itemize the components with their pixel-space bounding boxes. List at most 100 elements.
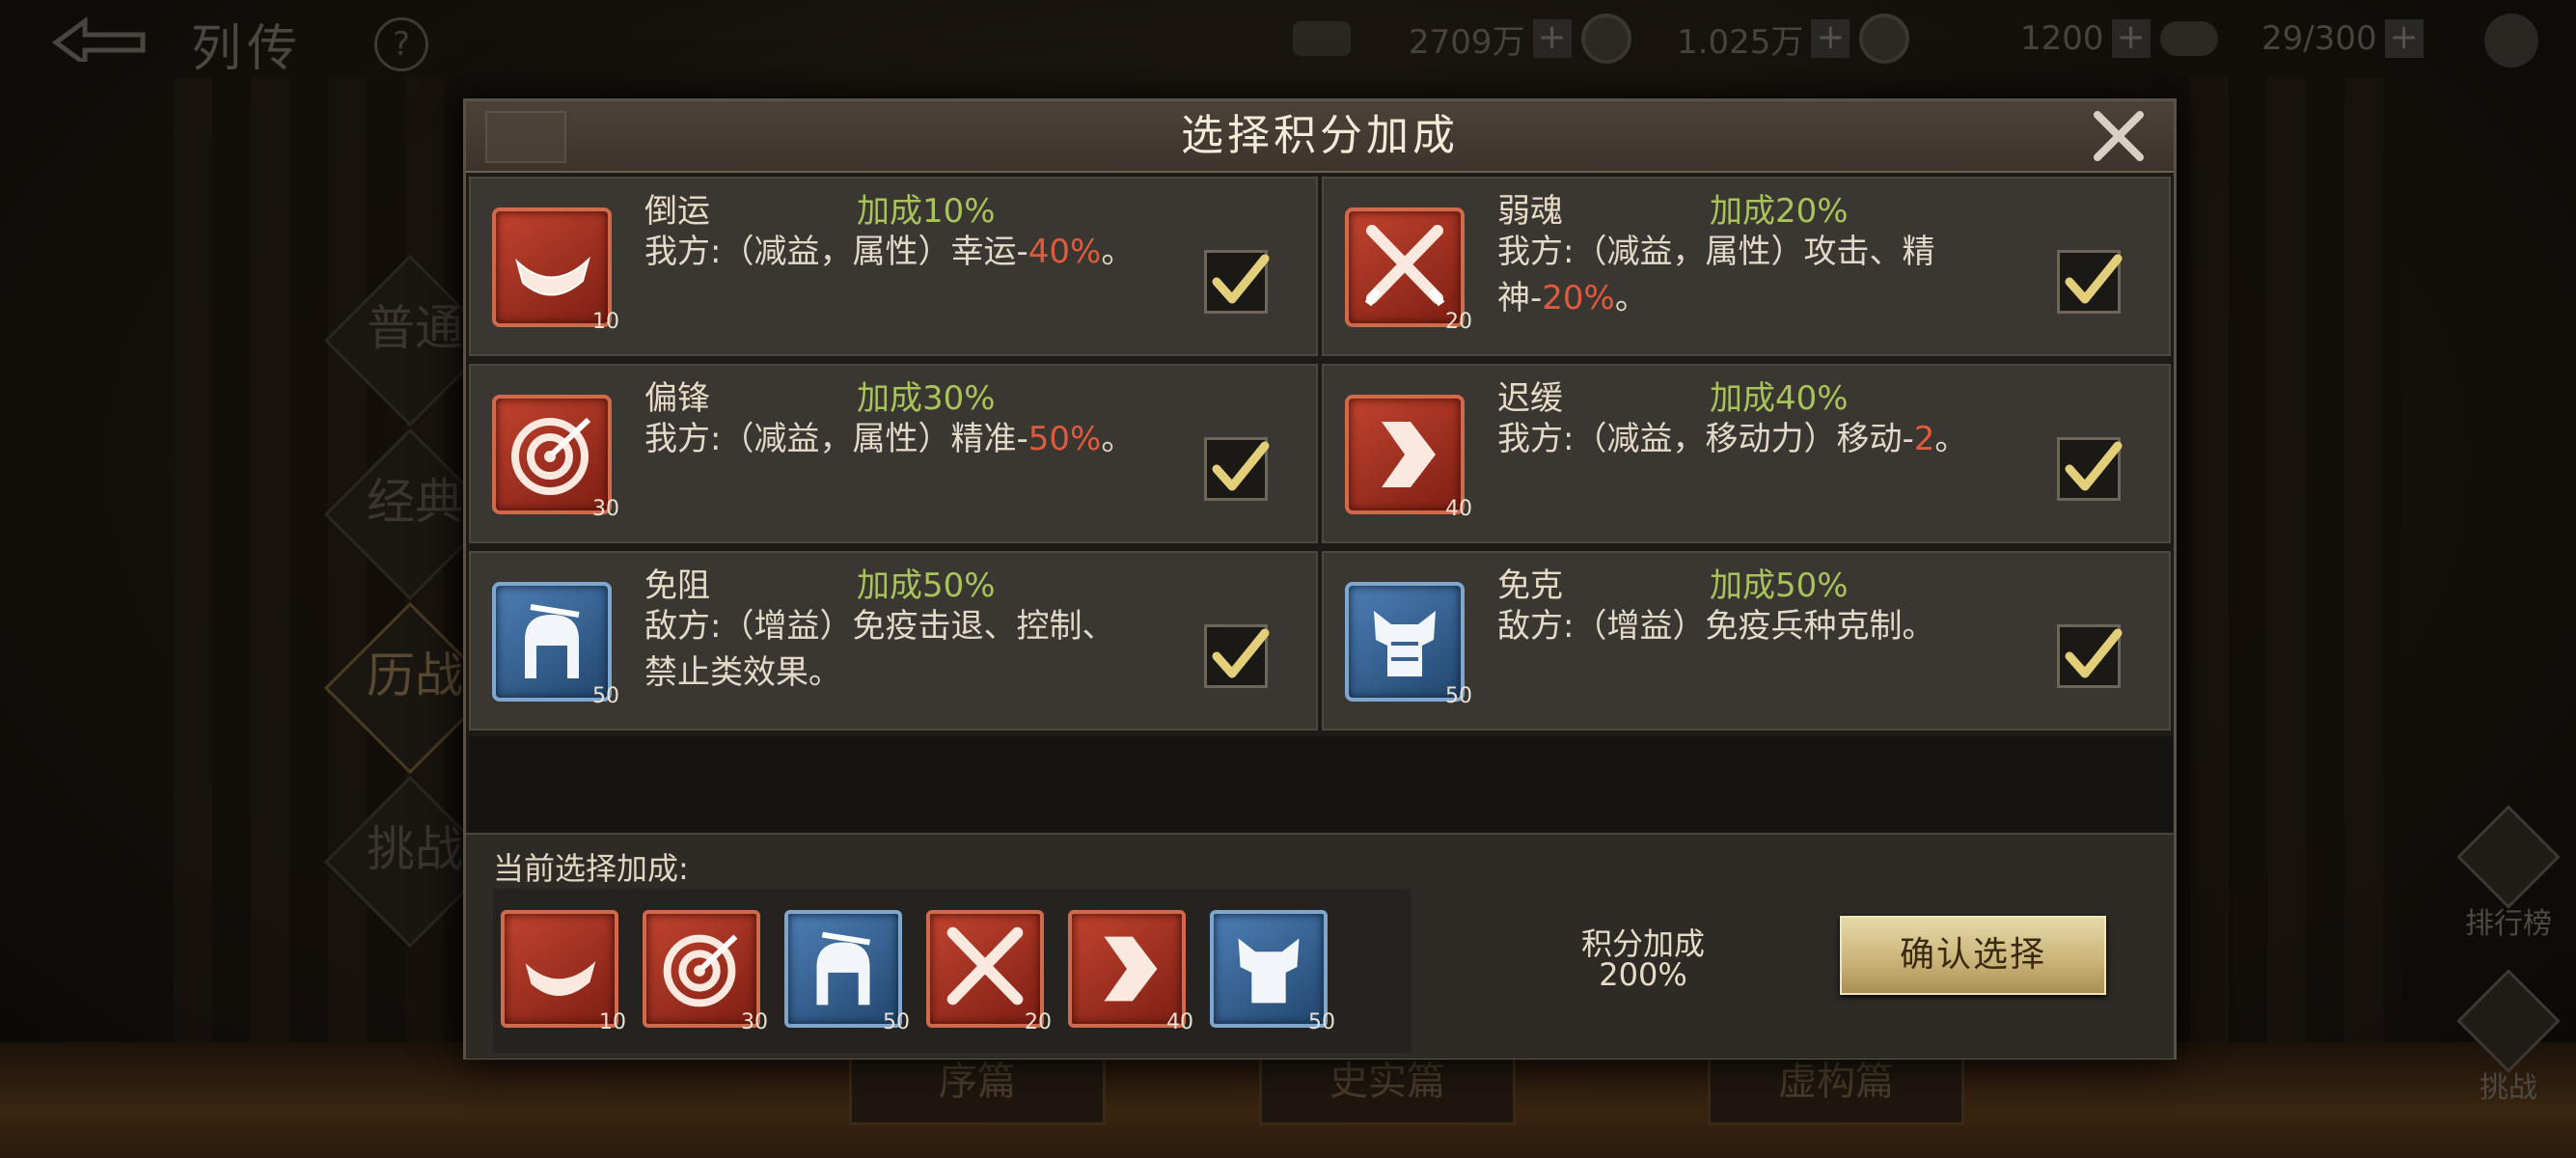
- checkmark-icon: [1212, 254, 1270, 304]
- horn-icon[interactable]: 10: [501, 910, 626, 1034]
- bonus-card[interactable]: 50 免克 加成50% 敌方:（增益）免疫兵种克制。: [1322, 551, 2171, 731]
- bonus-name: 倒运: [644, 192, 710, 231]
- checkbox[interactable]: [1204, 250, 1270, 314]
- bonus-description: 敌方:（增益）免疫兵种克制。: [1497, 603, 1999, 649]
- target-icon[interactable]: 30: [643, 910, 768, 1034]
- bonus-value: 加成30%: [857, 379, 996, 418]
- bonus-description: 敌方:（增益）免疫击退、控制、禁止类效果。: [644, 603, 1146, 696]
- resource-copper: 1.025万 +: [1677, 14, 1910, 64]
- chevron-icon: 40: [1345, 395, 1472, 521]
- leaderboard-icon: [2456, 805, 2561, 909]
- menu-icon[interactable]: [2484, 14, 2538, 68]
- list-empty-area: [469, 736, 2173, 833]
- bonus-description: 我方:（减益，移动力）移动-2。: [1497, 416, 1999, 462]
- level-badge: 20: [1439, 308, 1478, 337]
- page-title: 列传: [191, 20, 304, 78]
- armor-icon: 50: [1345, 582, 1472, 708]
- level-badge: 50: [877, 1008, 916, 1037]
- curtain-left: [174, 77, 463, 1139]
- selection-summary: 当前选择加成: 10 30 50 20 40 50 积分加成 200% 确认选择: [466, 833, 2174, 1059]
- side-tab-challenge[interactable]: 挑战: [367, 811, 463, 880]
- challenge-button[interactable]: 挑战: [2451, 969, 2566, 1106]
- checkmark-icon: [1212, 441, 1270, 491]
- desc-text: 敌方:（增益）免疫兵种克制。: [1497, 607, 1935, 646]
- crossed-swords-icon[interactable]: 20: [926, 910, 1052, 1034]
- level-badge: 30: [735, 1008, 774, 1037]
- bonus-card[interactable]: 30 偏锋 加成30% 我方:（减益，属性）精准-50%。: [469, 364, 1318, 543]
- checkmark-icon: [2065, 441, 2123, 491]
- help-button[interactable]: ?: [374, 17, 428, 71]
- level-badge: 50: [1439, 682, 1478, 711]
- helmet-icon[interactable]: 50: [784, 910, 910, 1034]
- desc-text: 敌方:（增益）免疫击退、控制、禁止类效果。: [644, 607, 1115, 692]
- armor-icon[interactable]: 50: [1210, 910, 1335, 1034]
- copper-coin-icon: [1859, 14, 1910, 64]
- checkmark-icon: [2065, 628, 2123, 678]
- desc-text: 我方:（减益，属性）精准-: [644, 420, 1028, 458]
- bonus-card[interactable]: 10 倒运 加成10% 我方:（减益，属性）幸运-40%。: [469, 177, 1318, 356]
- confirm-button[interactable]: 确认选择: [1840, 916, 2106, 995]
- bonus-description: 我方:（减益，属性）攻击、精神-20%。: [1497, 229, 1999, 321]
- side-tab-classic[interactable]: 经典: [367, 463, 463, 533]
- checkmark-icon: [2065, 254, 2123, 304]
- chevron-icon[interactable]: 40: [1068, 910, 1193, 1034]
- level-badge: 10: [593, 1008, 632, 1037]
- target-icon: 30: [492, 395, 619, 521]
- helmet-icon: 50: [492, 582, 619, 708]
- cloud-icon: [2159, 21, 2218, 56]
- bonus-value: 加成20%: [1710, 192, 1849, 231]
- add-currency-button[interactable]: +: [1532, 19, 1572, 58]
- bonus-card[interactable]: 50 免阻 加成50% 敌方:（增益）免疫击退、控制、禁止类效果。: [469, 551, 1318, 731]
- back-arrow-icon[interactable]: [46, 14, 152, 62]
- desc-highlight: 2: [1913, 420, 1935, 458]
- side-tab-battle[interactable]: 历战: [367, 637, 463, 706]
- desc-highlight: 40%: [1028, 233, 1102, 271]
- bonus-description: 我方:（减益，属性）精准-50%。: [644, 416, 1146, 462]
- add-copper-button[interactable]: +: [1811, 19, 1850, 58]
- bonus-name: 弱魂: [1497, 192, 1563, 231]
- crossed-swords-icon: 20: [1345, 207, 1472, 334]
- horn-icon: 10: [492, 207, 619, 334]
- checkbox[interactable]: [1204, 624, 1270, 688]
- checkmark-icon: [1212, 628, 1270, 678]
- checkbox[interactable]: [1204, 437, 1270, 501]
- resource-grain: 1200 +: [2020, 14, 2218, 64]
- currency-icon: [1293, 21, 1351, 56]
- bonus-name: 免克: [1497, 566, 1563, 605]
- bonus-card[interactable]: 20 弱魂 加成20% 我方:（减益，属性）攻击、精神-20%。: [1322, 177, 2171, 356]
- dialog-header: 选择积分加成: [466, 101, 2174, 173]
- bonus-value: 加成40%: [1710, 379, 1849, 418]
- leaderboard-button[interactable]: 排行榜: [2451, 805, 2566, 942]
- selected-bonus-strip: 10 30 50 20 40 50: [493, 889, 1411, 1053]
- level-badge: 50: [587, 682, 625, 711]
- add-grain-button[interactable]: +: [2111, 19, 2151, 58]
- current-selection-label: 当前选择加成:: [493, 850, 689, 887]
- close-icon[interactable]: [2080, 107, 2157, 165]
- coin-icon: [1580, 14, 1631, 64]
- bonus-name: 偏锋: [644, 379, 710, 418]
- desc-highlight: 20%: [1542, 279, 1615, 317]
- desc-highlight: 50%: [1028, 420, 1102, 458]
- checkbox[interactable]: [2057, 437, 2123, 501]
- bonus-name: 迟缓: [1497, 379, 1563, 418]
- level-badge: 50: [1302, 1008, 1341, 1037]
- level-badge: 30: [587, 495, 625, 524]
- bonus-value: 加成10%: [857, 192, 996, 231]
- level-badge: 20: [1019, 1008, 1057, 1037]
- currency-value: 2709万: [1409, 22, 1525, 62]
- desc-suffix: 。: [1101, 420, 1135, 458]
- checkbox[interactable]: [2057, 250, 2123, 314]
- swords-icon: [2456, 969, 2561, 1073]
- side-tab-normal[interactable]: 普通: [367, 290, 463, 359]
- level-badge: 40: [1161, 1008, 1199, 1037]
- copper-value: 1.025万: [1677, 22, 1804, 62]
- resource-currency: 2709万 +: [1293, 14, 1631, 64]
- bonus-name: 免阻: [644, 566, 710, 605]
- add-stamina-button[interactable]: +: [2384, 19, 2424, 58]
- checkbox[interactable]: [2057, 624, 2123, 688]
- grain-value: 1200: [2020, 19, 2104, 58]
- score-bonus-value: 200%: [1599, 956, 1687, 993]
- bonus-card[interactable]: 40 迟缓 加成40% 我方:（减益，移动力）移动-2。: [1322, 364, 2171, 543]
- stamina-value: 29/300: [2261, 19, 2377, 58]
- top-bar: 列传 ? 2709万 + 1.025万 + 1200 + 29/300 +: [0, 0, 2576, 81]
